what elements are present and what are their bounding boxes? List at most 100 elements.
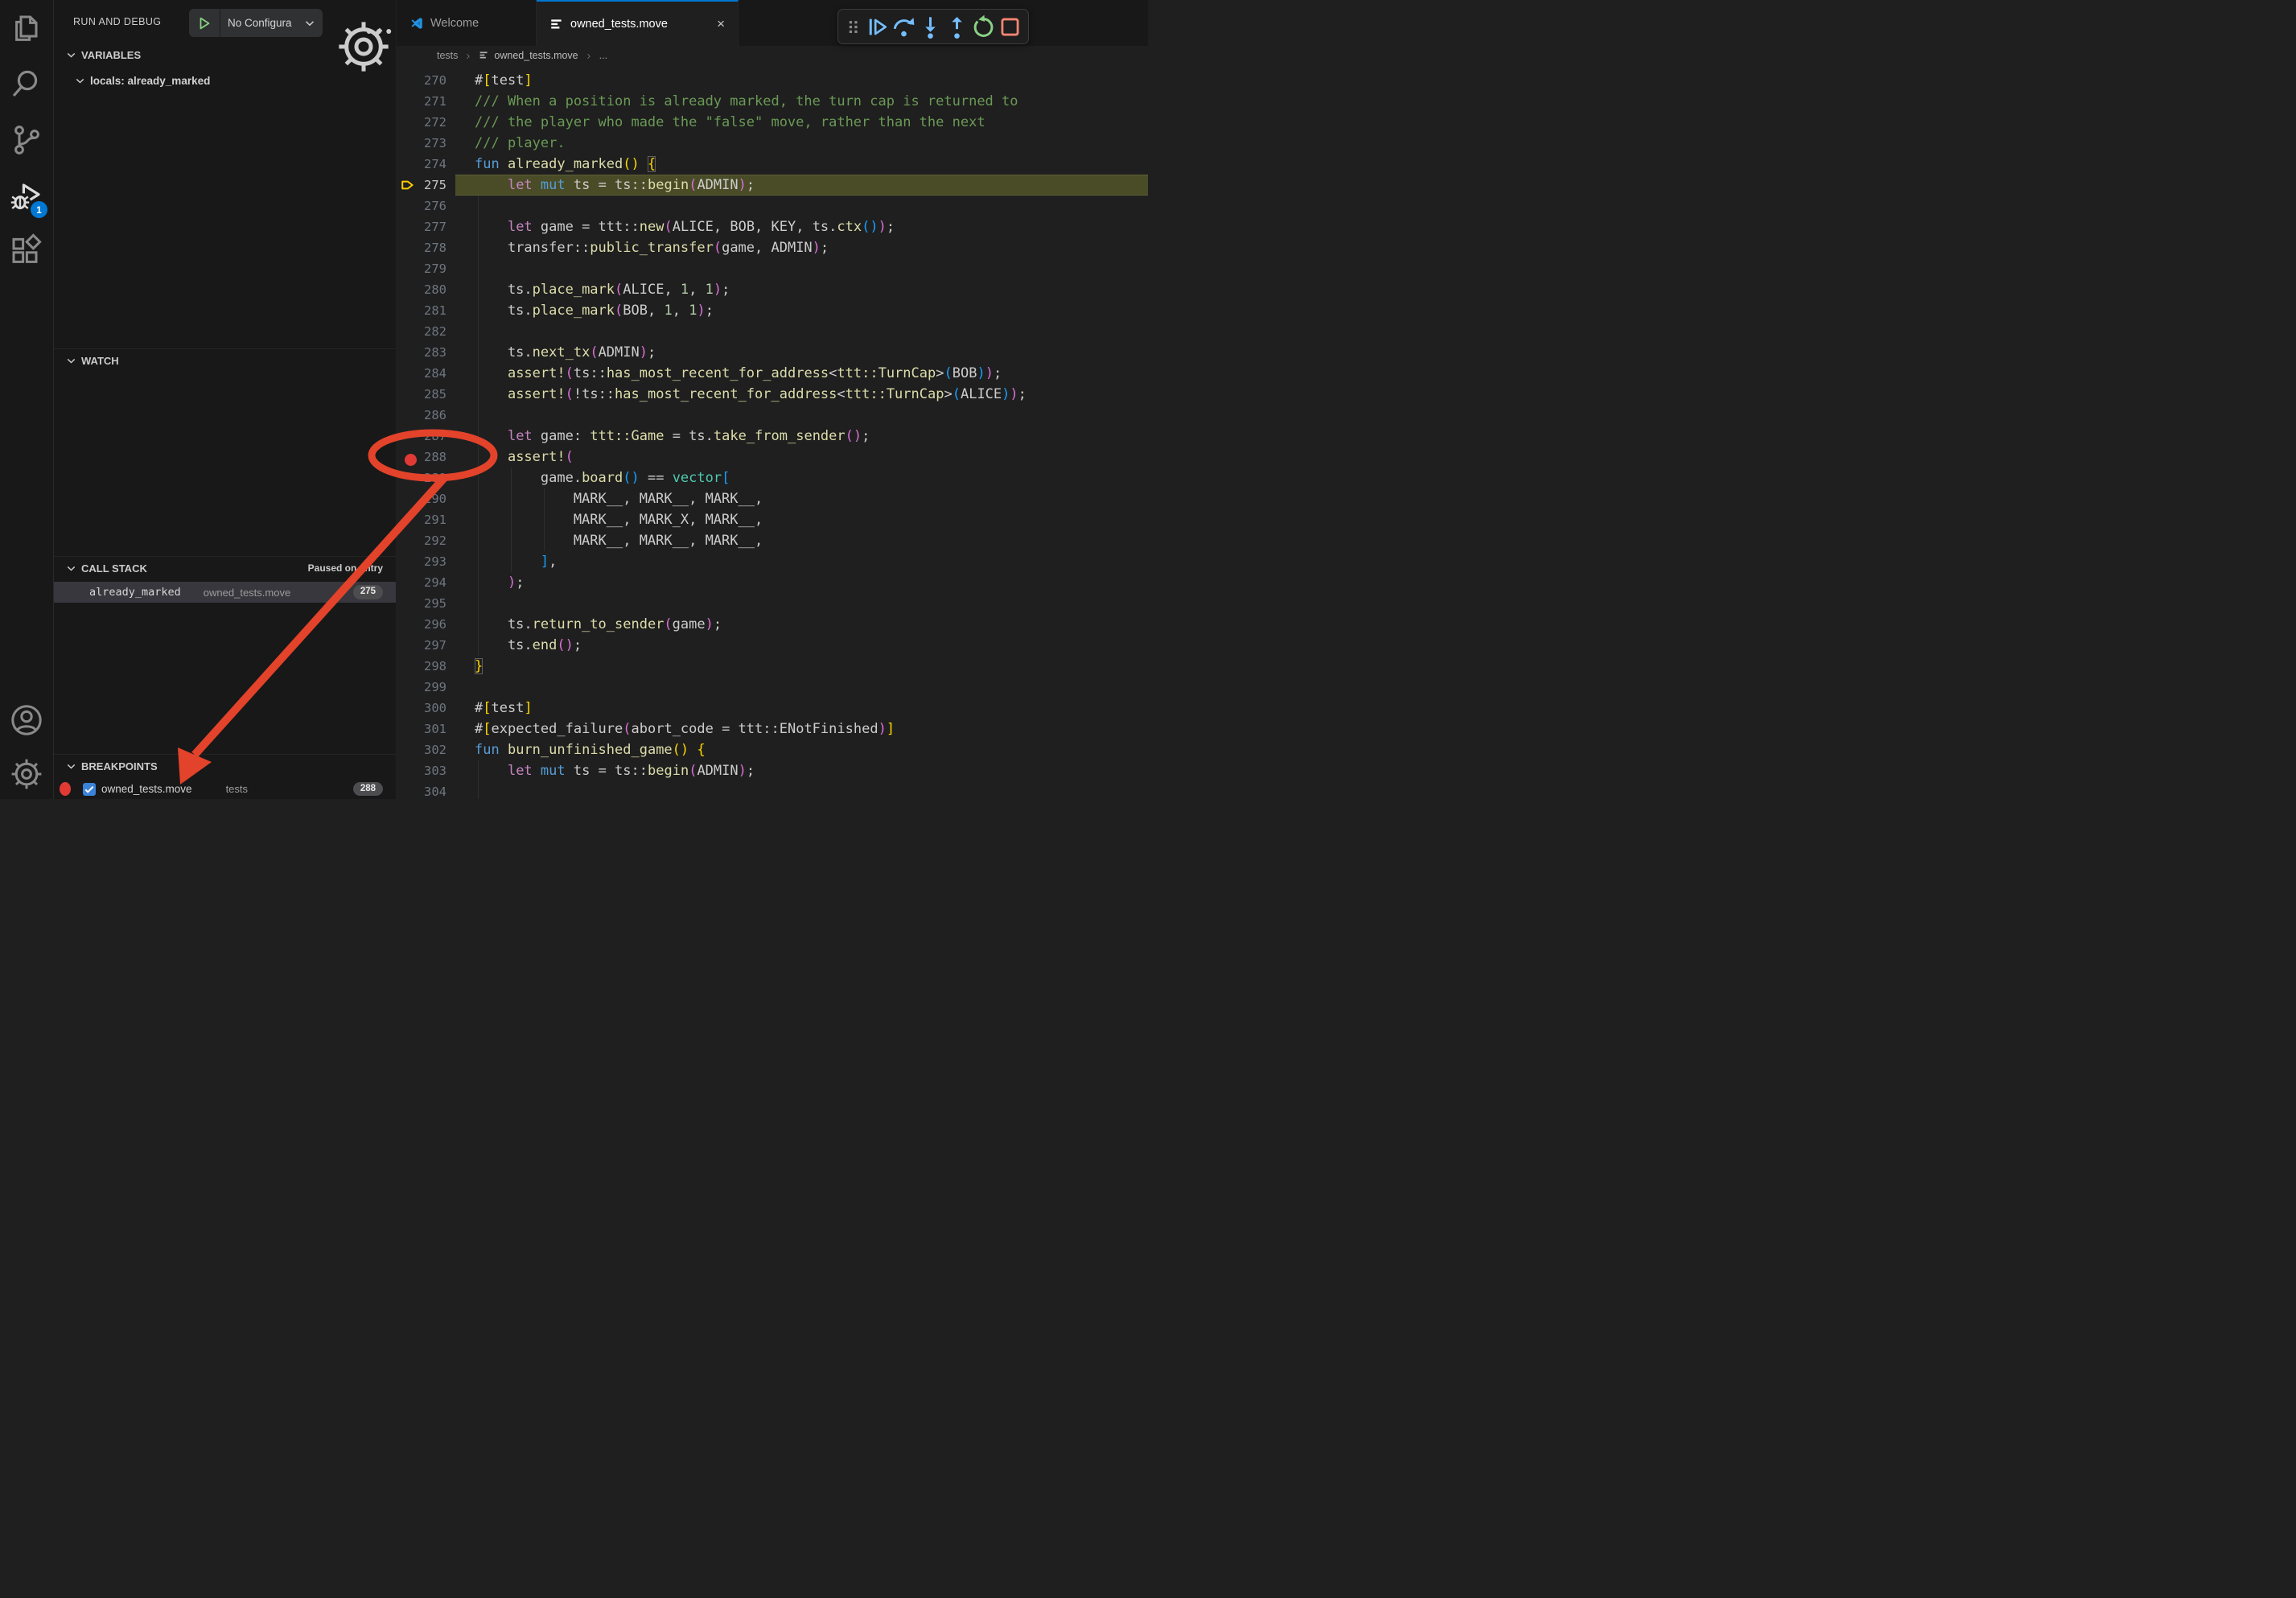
- launch-config-dropdown[interactable]: No Configura: [189, 9, 323, 37]
- tab-welcome[interactable]: Welcome: [397, 0, 537, 46]
- code-text: ts.next_tx(ADMIN);: [475, 342, 656, 363]
- code-line-291[interactable]: 291 MARK__, MARK_X, MARK__,: [397, 509, 1148, 530]
- step-over-icon[interactable]: [891, 14, 917, 40]
- code-line-279[interactable]: 279: [397, 258, 1148, 279]
- activity-run-and-debug-icon[interactable]: 1: [0, 177, 53, 216]
- line-number: 275: [413, 175, 446, 196]
- continue-icon[interactable]: [864, 14, 891, 40]
- code-text: #[test]: [475, 698, 533, 719]
- code-text: ts.end();: [475, 635, 582, 656]
- indent-guide: [478, 405, 479, 426]
- code-line-285[interactable]: 285 assert!(!ts::has_most_recent_for_add…: [397, 384, 1148, 405]
- line-number: 299: [413, 677, 446, 698]
- code-line-276[interactable]: 276: [397, 196, 1148, 216]
- breadcrumb-folder[interactable]: tests: [437, 50, 458, 61]
- line-number: 279: [413, 258, 446, 279]
- code-line-302[interactable]: 302fun burn_unfinished_game() {: [397, 739, 1148, 760]
- code-line-304[interactable]: 304: [397, 781, 1148, 799]
- call-stack-frame-row[interactable]: already_marked owned_tests.move 275: [54, 582, 396, 603]
- indent-guide: [478, 258, 479, 279]
- breakpoints-section-header[interactable]: BREAKPOINTS: [54, 754, 396, 777]
- line-number: 274: [413, 154, 446, 175]
- code-line-274[interactable]: 274fun already_marked() {: [397, 154, 1148, 175]
- activity-extensions-icon[interactable]: [0, 233, 53, 271]
- stop-icon[interactable]: [997, 14, 1023, 40]
- code-text: game.board() == vector[: [475, 467, 730, 488]
- chevron-down-icon: [303, 17, 316, 30]
- code-text: ts.place_mark(BOB, 1, 1);: [475, 300, 714, 321]
- code-line-288[interactable]: 288 assert!(: [397, 447, 1148, 467]
- activity-settings-icon[interactable]: [0, 755, 53, 793]
- line-number: 278: [413, 237, 446, 258]
- step-out-icon[interactable]: [944, 14, 970, 40]
- code-line-278[interactable]: 278 transfer::public_transfer(game, ADMI…: [397, 237, 1148, 258]
- line-number: 276: [413, 196, 446, 216]
- indent-guide: [478, 593, 479, 614]
- chevron-right-icon: [585, 51, 593, 60]
- call-stack-section-header[interactable]: CALL STACK Paused on entry: [54, 556, 396, 579]
- code-text: }: [475, 656, 483, 677]
- breakpoint-checkbox[interactable]: [83, 783, 96, 796]
- code-line-271[interactable]: 271/// When a position is already marked…: [397, 91, 1148, 112]
- breadcrumb: tests owned_tests.move ...: [397, 46, 1148, 64]
- line-number: 289: [413, 467, 446, 488]
- chevron-down-icon: [65, 355, 77, 367]
- variables-section-header[interactable]: VARIABLES: [54, 43, 396, 66]
- code-line-286[interactable]: 286: [397, 405, 1148, 426]
- code-line-298[interactable]: 298}: [397, 656, 1148, 677]
- code-line-270[interactable]: 270#[test]: [397, 70, 1148, 91]
- code-text: #[expected_failure(abort_code = ttt::ENo…: [475, 719, 895, 739]
- code-line-293[interactable]: 293 ],: [397, 551, 1148, 572]
- code-line-295[interactable]: 295: [397, 593, 1148, 614]
- code-line-281[interactable]: 281 ts.place_mark(BOB, 1, 1);: [397, 300, 1148, 321]
- code-text: ],: [475, 551, 557, 572]
- line-number: 287: [413, 426, 446, 447]
- line-number: 271: [413, 91, 446, 112]
- activity-source-control-icon[interactable]: [0, 121, 53, 159]
- code-line-297[interactable]: 297 ts.end();: [397, 635, 1148, 656]
- code-line-301[interactable]: 301#[expected_failure(abort_code = ttt::…: [397, 719, 1148, 739]
- code-line-294[interactable]: 294 );: [397, 572, 1148, 593]
- step-into-icon[interactable]: [917, 14, 944, 40]
- breadcrumb-file[interactable]: owned_tests.move: [494, 50, 578, 61]
- code-line-273[interactable]: 273 /// player.: [397, 133, 1148, 154]
- line-number: 294: [413, 572, 446, 593]
- code-line-272[interactable]: 272/// the player who made the "false" m…: [397, 112, 1148, 133]
- code-text: assert!(!ts::has_most_recent_for_address…: [475, 384, 1027, 405]
- code-line-303[interactable]: 303 let mut ts = ts::begin(ADMIN);: [397, 760, 1148, 781]
- code-line-299[interactable]: 299: [397, 677, 1148, 698]
- breakpoint-list-item[interactable]: owned_tests.move tests 288: [54, 779, 396, 799]
- line-number: 281: [413, 300, 446, 321]
- code-line-292[interactable]: 292 MARK__, MARK__, MARK__,: [397, 530, 1148, 551]
- breadcrumb-symbol[interactable]: ...: [599, 50, 607, 61]
- code-line-284[interactable]: 284 assert!(ts::has_most_recent_for_addr…: [397, 363, 1148, 384]
- start-debugging-button[interactable]: [189, 9, 220, 37]
- gripper-icon[interactable]: [843, 14, 864, 40]
- code-text: /// player.: [475, 133, 566, 154]
- restart-icon[interactable]: [970, 14, 997, 40]
- variables-scope-row[interactable]: locals: already_marked: [54, 71, 396, 91]
- code-line-283[interactable]: 283 ts.next_tx(ADMIN);: [397, 342, 1148, 363]
- watch-section-header[interactable]: WATCH: [54, 348, 396, 372]
- code-line-275[interactable]: 275 let mut ts = ts::begin(ADMIN);: [397, 175, 1148, 196]
- activity-accounts-icon[interactable]: [0, 701, 53, 739]
- code-text: MARK__, MARK_X, MARK__,: [475, 509, 763, 530]
- code-line-287[interactable]: 287 let game: ttt::Game = ts.take_from_s…: [397, 426, 1148, 447]
- code-line-280[interactable]: 280 ts.place_mark(ALICE, 1, 1);: [397, 279, 1148, 300]
- code-line-282[interactable]: 282: [397, 321, 1148, 342]
- code-line-296[interactable]: 296 ts.return_to_sender(game);: [397, 614, 1148, 635]
- code-text: );: [475, 572, 524, 593]
- activity-explorer-icon[interactable]: [0, 9, 53, 47]
- vscode-logo-icon: [409, 16, 424, 31]
- code-line-289[interactable]: 289 game.board() == vector[: [397, 467, 1148, 488]
- tab-bar: Welcome owned_tests.move ×: [397, 0, 1148, 46]
- code-line-300[interactable]: 300#[test]: [397, 698, 1148, 719]
- activity-search-icon[interactable]: [0, 65, 53, 104]
- line-number: 302: [413, 739, 446, 760]
- tab-owned-tests-move[interactable]: owned_tests.move ×: [537, 0, 739, 46]
- code-line-277[interactable]: 277 let game = ttt::new(ALICE, BOB, KEY,…: [397, 216, 1148, 237]
- close-tab-icon[interactable]: ×: [717, 17, 725, 31]
- code-line-290[interactable]: 290 MARK__, MARK__, MARK__,: [397, 488, 1148, 509]
- code-editor[interactable]: 270#[test]271/// When a position is alre…: [397, 64, 1148, 799]
- line-number: 273: [413, 133, 446, 154]
